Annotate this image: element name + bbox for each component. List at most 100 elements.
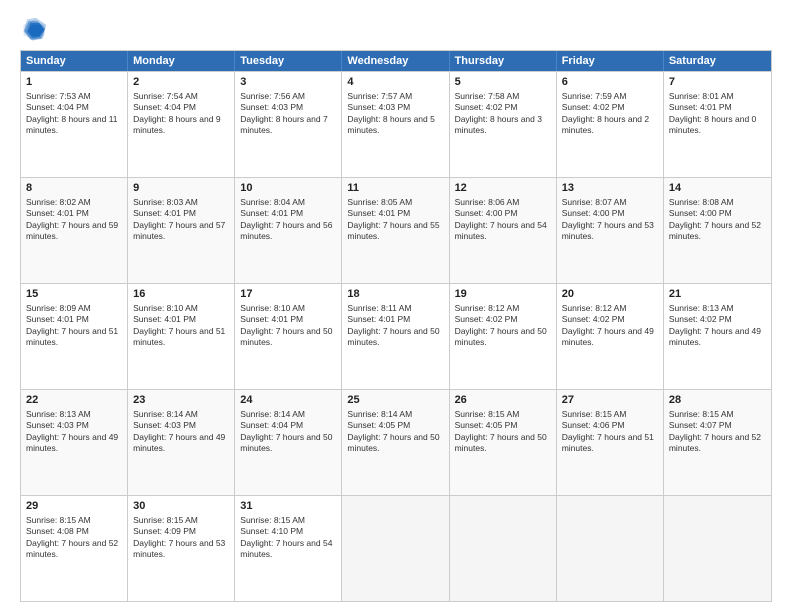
calendar-header-cell: Thursday [450, 51, 557, 71]
daylight-text: Daylight: 7 hours and 52 minutes. [669, 432, 761, 453]
sunset-text: Sunset: 4:01 PM [133, 314, 196, 324]
sunrise-text: Sunrise: 8:11 AM [347, 303, 411, 313]
calendar-cell: 31Sunrise: 8:15 AMSunset: 4:10 PMDayligh… [235, 496, 342, 601]
calendar-header-cell: Friday [557, 51, 664, 71]
calendar-cell: 1Sunrise: 7:53 AMSunset: 4:04 PMDaylight… [21, 72, 128, 177]
sunset-text: Sunset: 4:02 PM [562, 314, 625, 324]
daylight-text: Daylight: 7 hours and 49 minutes. [133, 432, 225, 453]
sunset-text: Sunset: 4:02 PM [455, 314, 518, 324]
daylight-text: Daylight: 7 hours and 50 minutes. [347, 432, 439, 453]
calendar-cell-empty [342, 496, 449, 601]
day-number: 21 [669, 287, 766, 302]
day-number: 25 [347, 393, 443, 408]
calendar-header-cell: Wednesday [342, 51, 449, 71]
day-number: 14 [669, 181, 766, 196]
sunrise-text: Sunrise: 7:56 AM [240, 91, 305, 101]
sunrise-text: Sunrise: 8:14 AM [133, 409, 198, 419]
calendar-cell: 27Sunrise: 8:15 AMSunset: 4:06 PMDayligh… [557, 390, 664, 495]
day-number: 20 [562, 287, 658, 302]
sunset-text: Sunset: 4:04 PM [26, 102, 89, 112]
calendar-cell: 5Sunrise: 7:58 AMSunset: 4:02 PMDaylight… [450, 72, 557, 177]
calendar-cell: 14Sunrise: 8:08 AMSunset: 4:00 PM Dayligh… [664, 178, 771, 283]
sunset-text: Sunset: 4:09 PM [133, 526, 196, 536]
daylight-text: Daylight: 8 hours and 3 minutes. [455, 114, 542, 135]
day-number: 19 [455, 287, 551, 302]
calendar-cell: 21Sunrise: 8:13 AMSunset: 4:02 PM Dayligh… [664, 284, 771, 389]
day-number: 24 [240, 393, 336, 408]
sunset-text: Sunset: 4:00 PM [669, 208, 732, 218]
sunset-text: Sunset: 4:05 PM [347, 420, 410, 430]
sunrise-text: Sunrise: 8:15 AM [455, 409, 520, 419]
sunrise-text: Sunrise: 8:12 AM [455, 303, 520, 313]
sunrise-text: Sunrise: 8:15 AM [562, 409, 627, 419]
calendar-cell: 12Sunrise: 8:06 AMSunset: 4:00 PMDayligh… [450, 178, 557, 283]
sunset-text: Sunset: 4:03 PM [347, 102, 410, 112]
calendar-row: 15Sunrise: 8:09 AMSunset: 4:01 PMDayligh… [21, 283, 771, 389]
logo-icon [20, 16, 48, 44]
daylight-text: Daylight: 7 hours and 50 minutes. [240, 326, 332, 347]
calendar-cell: 4Sunrise: 7:57 AMSunset: 4:03 PMDaylight… [342, 72, 449, 177]
daylight-text: Daylight: 7 hours and 49 minutes. [669, 326, 761, 347]
sunrise-text: Sunrise: 7:59 AM [562, 91, 627, 101]
sunrise-text: Sunrise: 8:15 AM [133, 515, 198, 525]
daylight-text: Daylight: 7 hours and 49 minutes. [562, 326, 654, 347]
calendar-header-cell: Tuesday [235, 51, 342, 71]
calendar-cell: 9Sunrise: 8:03 AMSunset: 4:01 PMDaylight… [128, 178, 235, 283]
calendar-cell: 11Sunrise: 8:05 AMSunset: 4:01 PMDayligh… [342, 178, 449, 283]
calendar-cell: 25Sunrise: 8:14 AMSunset: 4:05 PMDayligh… [342, 390, 449, 495]
sunrise-text: Sunrise: 8:12 AM [562, 303, 627, 313]
day-number: 1 [26, 75, 122, 90]
calendar-cell: 10Sunrise: 8:04 AMSunset: 4:01 PMDayligh… [235, 178, 342, 283]
calendar-cell: 29Sunrise: 8:15 AMSunset: 4:08 PMDayligh… [21, 496, 128, 601]
sunrise-text: Sunrise: 8:02 AM [26, 197, 91, 207]
calendar-row: 22Sunrise: 8:13 AMSunset: 4:03 PMDayligh… [21, 389, 771, 495]
sunrise-text: Sunrise: 8:08 AM [669, 197, 734, 207]
sunset-text: Sunset: 4:04 PM [240, 420, 303, 430]
sunrise-text: Sunrise: 8:05 AM [347, 197, 412, 207]
day-number: 27 [562, 393, 658, 408]
sunset-text: Sunset: 4:10 PM [240, 526, 303, 536]
calendar-header-cell: Saturday [664, 51, 771, 71]
daylight-text: Daylight: 7 hours and 52 minutes. [669, 220, 761, 241]
sunset-text: Sunset: 4:05 PM [455, 420, 518, 430]
daylight-text: Daylight: 7 hours and 56 minutes. [240, 220, 332, 241]
calendar: SundayMondayTuesdayWednesdayThursdayFrid… [20, 50, 772, 602]
calendar-cell-empty [664, 496, 771, 601]
sunrise-text: Sunrise: 8:03 AM [133, 197, 198, 207]
calendar-cell: 8Sunrise: 8:02 AMSunset: 4:01 PMDaylight… [21, 178, 128, 283]
daylight-text: Daylight: 7 hours and 55 minutes. [347, 220, 439, 241]
daylight-text: Daylight: 8 hours and 2 minutes. [562, 114, 649, 135]
daylight-text: Daylight: 7 hours and 51 minutes. [26, 326, 118, 347]
sunrise-text: Sunrise: 8:15 AM [240, 515, 305, 525]
calendar-cell: 18Sunrise: 8:11 AMSunset: 4:01 PMDayligh… [342, 284, 449, 389]
sunrise-text: Sunrise: 8:13 AM [669, 303, 734, 313]
sunset-text: Sunset: 4:03 PM [26, 420, 89, 430]
calendar-header: SundayMondayTuesdayWednesdayThursdayFrid… [21, 51, 771, 71]
day-number: 11 [347, 181, 443, 196]
calendar-row: 1Sunrise: 7:53 AMSunset: 4:04 PMDaylight… [21, 71, 771, 177]
sunset-text: Sunset: 4:00 PM [562, 208, 625, 218]
sunset-text: Sunset: 4:02 PM [669, 314, 732, 324]
day-number: 6 [562, 75, 658, 90]
calendar-cell: 23Sunrise: 8:14 AMSunset: 4:03 PM Dayligh… [128, 390, 235, 495]
day-number: 5 [455, 75, 551, 90]
day-number: 23 [133, 393, 229, 408]
calendar-cell: 26Sunrise: 8:15 AMSunset: 4:05 PMDayligh… [450, 390, 557, 495]
calendar-cell: 24Sunrise: 8:14 AMSunset: 4:04 PMDayligh… [235, 390, 342, 495]
sunset-text: Sunset: 4:00 PM [455, 208, 518, 218]
calendar-cell: 20Sunrise: 8:12 AMSunset: 4:02 PM Dayligh… [557, 284, 664, 389]
sunrise-text: Sunrise: 8:06 AM [455, 197, 520, 207]
sunset-text: Sunset: 4:01 PM [133, 208, 196, 218]
daylight-text: Daylight: 7 hours and 50 minutes. [347, 326, 439, 347]
calendar-cell: 7Sunrise: 8:01 AMSunset: 4:01 PMDaylight… [664, 72, 771, 177]
calendar-body: 1Sunrise: 7:53 AMSunset: 4:04 PMDaylight… [21, 71, 771, 601]
sunrise-text: Sunrise: 8:10 AM [240, 303, 305, 313]
sunset-text: Sunset: 4:03 PM [133, 420, 196, 430]
calendar-cell: 3Sunrise: 7:56 AMSunset: 4:03 PMDaylight… [235, 72, 342, 177]
daylight-text: Daylight: 7 hours and 52 minutes. [26, 538, 118, 559]
sunset-text: Sunset: 4:01 PM [669, 102, 732, 112]
day-number: 2 [133, 75, 229, 90]
sunset-text: Sunset: 4:08 PM [26, 526, 89, 536]
sunrise-text: Sunrise: 8:13 AM [26, 409, 91, 419]
calendar-cell-empty [450, 496, 557, 601]
